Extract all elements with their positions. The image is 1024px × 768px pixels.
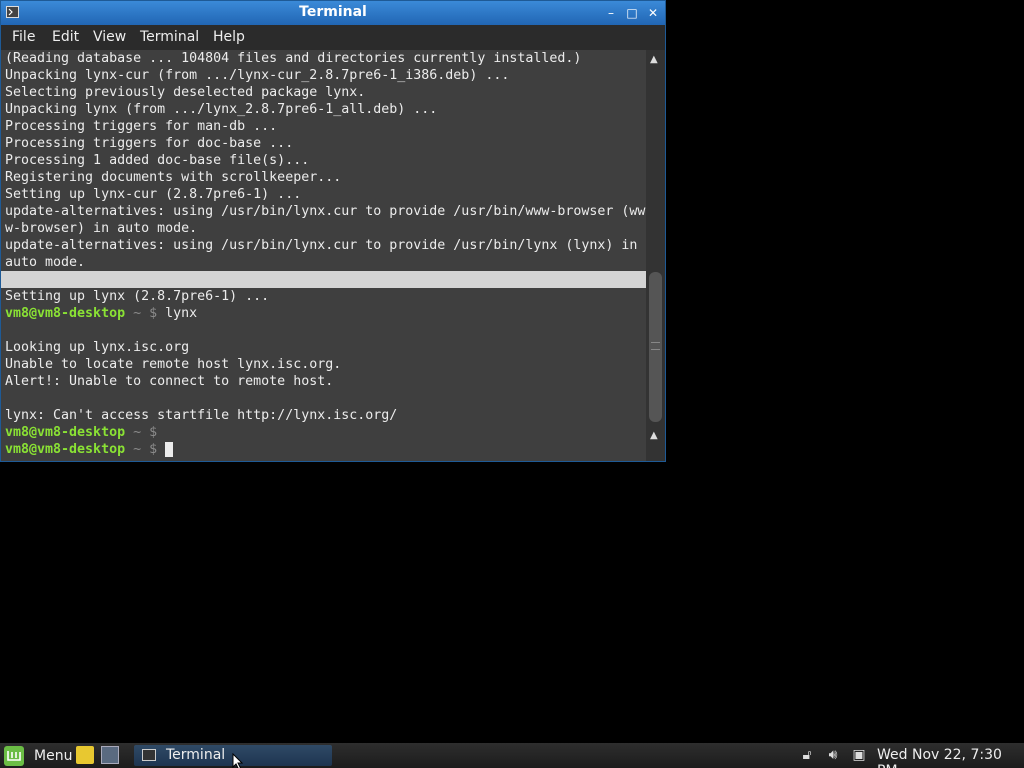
- terminal-output[interactable]: (Reading database ... 104804 files and d…: [1, 50, 646, 461]
- prompt-dir: ~: [125, 306, 150, 321]
- prompt-line: vm8@vm8-desktop ~ $: [1, 424, 646, 441]
- terminal-launcher-icon[interactable]: [101, 746, 119, 764]
- window-title: Terminal: [299, 4, 367, 20]
- prompt-symbol: $: [149, 306, 166, 321]
- terminal-icon: [142, 749, 156, 761]
- terminal-line: Setting up lynx-cur (2.8.7pre6-1) ...: [5, 187, 302, 202]
- terminal-line: update-alternatives: using /usr/bin/lynx…: [5, 238, 638, 253]
- network-icon[interactable]: ▣: [850, 746, 868, 764]
- terminal-line: Unpacking lynx-cur (from .../lynx-cur_2.…: [5, 68, 510, 83]
- clock[interactable]: Wed Nov 22, 7:30 PM: [877, 747, 1024, 768]
- menu-edit[interactable]: Edit: [52, 29, 79, 45]
- terminal-line: update-alternatives: using /usr/bin/lynx…: [5, 204, 646, 219]
- terminal-line: w-browser) in auto mode.: [5, 221, 198, 236]
- prompt-symbol: $: [149, 425, 166, 440]
- terminal-selection-line: [1, 271, 646, 288]
- terminal-line: Unpacking lynx (from .../lynx_2.8.7pre6-…: [5, 102, 438, 117]
- terminal-line: Processing 1 added doc-base file(s)...: [5, 153, 310, 168]
- terminal-line: auto mode.: [5, 255, 86, 270]
- prompt-user: vm8@vm8-desktop: [5, 306, 126, 321]
- lock-icon[interactable]: 🔓︎: [798, 746, 816, 764]
- terminal-line: lynx: Can't access startfile http://lynx…: [5, 408, 398, 423]
- menu-terminal[interactable]: Terminal: [140, 29, 199, 45]
- taskbar: Menu Terminal 🔓︎ 🔊︎ ▣ Wed Nov 22, 7:30 P…: [0, 743, 1024, 768]
- terminal-line: Setting up lynx (2.8.7pre6-1) ...: [5, 289, 270, 304]
- terminal-window: Terminal – □ ✕ File Edit View Terminal H…: [0, 0, 666, 462]
- menu-bar: File Edit View Terminal Help: [1, 25, 665, 50]
- task-label: Terminal: [166, 747, 226, 763]
- menu-view[interactable]: View: [93, 29, 126, 45]
- prompt-symbol: $: [149, 442, 166, 457]
- text-editor-launcher-icon[interactable]: [76, 746, 94, 764]
- prompt-user: vm8@vm8-desktop: [5, 442, 126, 457]
- terminal-line: Looking up lynx.isc.org: [5, 340, 190, 355]
- prompt-line: vm8@vm8-desktop ~ $: [1, 441, 646, 458]
- menu-help[interactable]: Help: [213, 29, 245, 45]
- volume-icon[interactable]: 🔊︎: [824, 746, 842, 764]
- scroll-down-arrow-icon[interactable]: ▲: [650, 430, 658, 441]
- vertical-scrollbar[interactable]: ▲ ▲: [646, 50, 665, 461]
- title-bar[interactable]: Terminal – □ ✕: [1, 1, 665, 25]
- desktop: Terminal – □ ✕ File Edit View Terminal H…: [0, 0, 1024, 768]
- terminal-line: Registering documents with scrollkeeper.…: [5, 170, 342, 185]
- mouse-pointer-icon: [232, 753, 244, 768]
- prompt-dir: ~: [125, 442, 150, 457]
- terminal-line: (Reading database ... 104804 files and d…: [5, 51, 582, 66]
- terminal-line: Selecting previously deselected package …: [5, 85, 366, 100]
- prompt-user: vm8@vm8-desktop: [5, 425, 126, 440]
- maximize-button[interactable]: □: [624, 5, 640, 21]
- terminal-line: Unable to locate remote host lynx.isc.or…: [5, 357, 342, 372]
- scroll-thumb[interactable]: [649, 272, 662, 422]
- scroll-up-arrow-icon[interactable]: ▲: [650, 54, 658, 65]
- text-cursor: [165, 441, 174, 457]
- scroll-grip: [651, 342, 660, 350]
- prompt-dir: ~: [125, 425, 150, 440]
- terminal-line: Alert!: Unable to connect to remote host…: [5, 374, 334, 389]
- terminal-line: Processing triggers for man-db ...: [5, 119, 278, 134]
- mint-logo-icon: [4, 746, 24, 766]
- close-button[interactable]: ✕: [645, 5, 661, 21]
- terminal-line: Processing triggers for doc-base ...: [5, 136, 294, 151]
- menu-label: Menu: [34, 748, 73, 764]
- command-text: lynx: [165, 306, 198, 321]
- minimize-button[interactable]: –: [603, 5, 619, 21]
- menu-file[interactable]: File: [12, 29, 35, 45]
- prompt-line: vm8@vm8-desktop ~ $ lynx: [1, 305, 646, 322]
